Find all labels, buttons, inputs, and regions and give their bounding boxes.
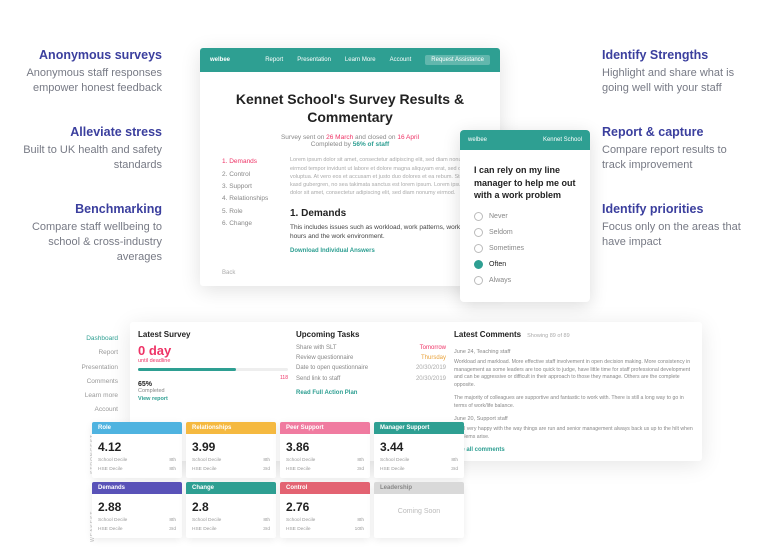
mobile-survey-window: welbee Kennet School I can rely on my li…	[460, 130, 590, 302]
task-row: Share with SLTTomorrow	[296, 343, 446, 353]
feature-title: Anonymous surveys	[12, 48, 162, 62]
request-assistance-button[interactable]: Request Assistance	[425, 55, 490, 65]
option-always[interactable]: Always	[474, 276, 576, 285]
nav-account[interactable]: Account	[72, 403, 118, 417]
feature-strengths: Identify Strengths Highlight and share w…	[602, 48, 752, 97]
score-value: 3.44	[380, 440, 458, 454]
view-report-link[interactable]: View report	[138, 396, 288, 402]
score-value: 3.86	[286, 440, 364, 454]
comment-meta: June 20, Support staff	[454, 416, 694, 422]
feature-body: Focus only on the areas that have impact	[602, 220, 752, 251]
panel-title: Upcoming Tasks	[296, 330, 446, 339]
nav-dashboard[interactable]: Dashboard	[72, 332, 118, 346]
comment-body: I feel very happy with the way things ar…	[454, 426, 694, 441]
survey-report-window: welbee Report Presentation Learn More Ac…	[200, 48, 500, 286]
survey-question: I can rely on my line manager to help me…	[474, 164, 576, 202]
card-change[interactable]: Change 2.8 School Decile8th HSE Decile3r…	[186, 482, 276, 538]
comment-body: The majority of colleagues are supportiv…	[454, 395, 694, 410]
nav-presentation[interactable]: Presentation	[72, 361, 118, 375]
radio-icon	[474, 212, 483, 221]
section-heading: 1. Demands	[290, 208, 478, 219]
feature-stress: Alleviate stress Built to UK health and …	[12, 125, 162, 174]
radio-icon	[474, 244, 483, 253]
coming-soon-label: Coming Soon	[374, 494, 464, 529]
nav-learn[interactable]: Learn more	[72, 389, 118, 403]
see-all-comments-link[interactable]: See all comments	[454, 447, 694, 453]
feature-body: Compare report results to track improvem…	[602, 143, 752, 174]
survey-meta: Survey sent on 26 March and closed on 16…	[222, 134, 478, 148]
card-peer-support[interactable]: Peer Support 3.86 School Decile8th HSE D…	[280, 422, 370, 478]
task-row: Date to open questionnaire20/30/2019	[296, 363, 446, 373]
task-row: Review questionnaireThursday	[296, 353, 446, 363]
brand-logo: welbee	[210, 57, 230, 63]
score-value: 2.76	[286, 500, 364, 514]
feature-title: Benchmarking	[12, 202, 162, 216]
deadline-label: until deadline	[138, 358, 288, 364]
survey-intro-text: Lorem ipsum dolor sit amet, consectetur …	[290, 156, 478, 197]
nav-comments[interactable]: Comments	[72, 375, 118, 389]
nav-account[interactable]: Account	[390, 57, 412, 63]
feature-report: Report & capture Compare report results …	[602, 125, 752, 174]
survey-title: Kennet School's Survey Results & Comment…	[222, 90, 478, 126]
score-value: 3.99	[192, 440, 270, 454]
feature-title: Alleviate stress	[12, 125, 162, 139]
panel-title: Latest Comments	[454, 330, 521, 339]
score-cards-grid: Role 4.12 School Decile8th HSE Decile8th…	[92, 422, 464, 538]
option-often[interactable]: Often	[474, 260, 576, 269]
section-link-demands[interactable]: 1. Demands	[222, 156, 278, 168]
radio-icon	[474, 228, 483, 237]
nav-report[interactable]: Report	[72, 346, 118, 360]
section-desc: This includes issues such as workload, w…	[290, 223, 478, 243]
nav-learn[interactable]: Learn More	[345, 57, 376, 63]
card-relationships[interactable]: Relationships 3.99 School Decile8th HSE …	[186, 422, 276, 478]
card-demands[interactable]: Demands 2.88 School Decile8th HSE Decile…	[92, 482, 182, 538]
section-link-role[interactable]: 5. Role	[222, 206, 278, 218]
feature-bench: Benchmarking Compare staff wellbeing to …	[12, 202, 162, 266]
showing-count: Showing 89 of 89	[527, 333, 570, 339]
comment-body: Workload and markload. More effective st…	[454, 359, 694, 389]
nav-report[interactable]: Report	[265, 57, 283, 63]
section-link-control[interactable]: 2. Control	[222, 169, 278, 181]
latest-comments-panel: Latest Comments Showing 89 of 89 June 24…	[454, 330, 694, 453]
radio-icon	[474, 276, 483, 285]
feature-body: Built to UK health and safety standards	[12, 143, 162, 174]
school-name: Kennet School	[543, 137, 582, 143]
task-row: Send link to staff20/30/2019	[296, 374, 446, 384]
card-role[interactable]: Role 4.12 School Decile8th HSE Decile8th	[92, 422, 182, 478]
comment-meta: June 24, Teaching staff	[454, 349, 694, 355]
feature-body: Compare staff wellbeing to school & cros…	[12, 220, 162, 266]
radio-icon	[474, 260, 483, 269]
feature-body: Anonymous staff responses empower honest…	[12, 66, 162, 97]
section-link-change[interactable]: 6. Change	[222, 218, 278, 230]
score-value: 2.8	[192, 500, 270, 514]
completion-label: Completed	[138, 388, 288, 394]
progress-bar	[138, 368, 288, 371]
nav-presentation[interactable]: Presentation	[297, 57, 331, 63]
panel-title: Latest Survey	[138, 330, 288, 339]
survey-sections-list: 1. Demands 2. Control 3. Support 4. Rela…	[222, 156, 278, 254]
card-control[interactable]: Control 2.76 School Decile8th HSE Decile…	[280, 482, 370, 538]
download-answers-link[interactable]: Download Individual Answers	[290, 248, 478, 254]
card-leadership: Leadership Coming Soon	[374, 482, 464, 538]
feature-body: Highlight and share what is going well w…	[602, 66, 752, 97]
feature-title: Identify priorities	[602, 202, 752, 216]
section-link-support[interactable]: 3. Support	[222, 181, 278, 193]
back-button[interactable]: Back	[222, 270, 235, 276]
score-value: 4.12	[98, 440, 176, 454]
survey-nav: welbee Report Presentation Learn More Ac…	[200, 48, 500, 72]
option-seldom[interactable]: Seldom	[474, 228, 576, 237]
feature-anon: Anonymous surveys Anonymous staff respon…	[12, 48, 162, 97]
card-manager-support[interactable]: Manager Support 3.44 School Decile8th HS…	[374, 422, 464, 478]
feature-title: Identify Strengths	[602, 48, 752, 62]
feature-title: Report & capture	[602, 125, 752, 139]
brand-logo: welbee	[468, 137, 487, 143]
feature-priorities: Identify priorities Focus only on the ar…	[602, 202, 752, 251]
read-action-plan-link[interactable]: Read Full Action Plan	[296, 390, 446, 396]
section-link-relationships[interactable]: 4. Relationships	[222, 193, 278, 205]
option-never[interactable]: Never	[474, 212, 576, 221]
score-value: 2.88	[98, 500, 176, 514]
option-sometimes[interactable]: Sometimes	[474, 244, 576, 253]
completion-pct: 65%	[138, 381, 288, 388]
days-remaining: 0 day	[138, 343, 288, 358]
